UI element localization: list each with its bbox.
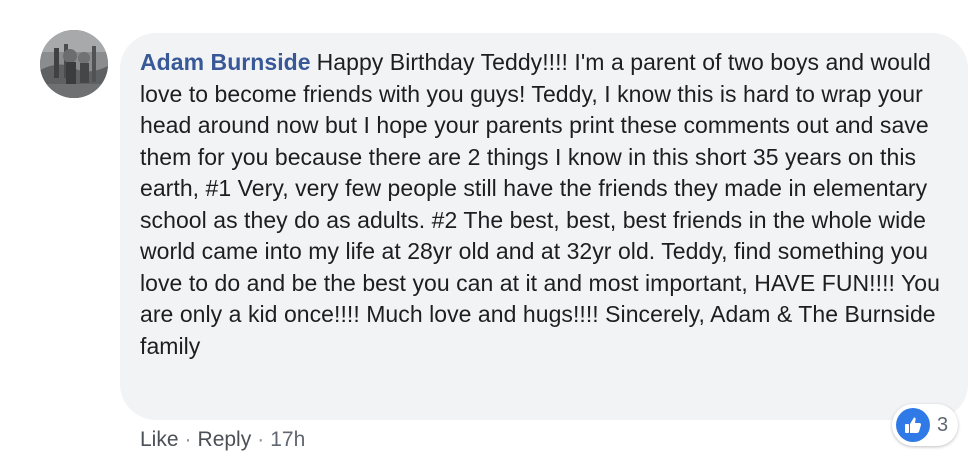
cropped-previous-text (238, 0, 298, 6)
author-name-link[interactable]: Adam Burnside (140, 49, 311, 75)
separator: · (184, 428, 192, 451)
comment-screenshot: Adam Burnside Happy Birthday Teddy!!!! I'… (0, 0, 980, 468)
comment-text: Happy Birthday Teddy!!!! I'm a parent of… (140, 49, 940, 359)
avatar-photo (40, 30, 108, 98)
reactions-summary[interactable]: 3 (892, 404, 959, 446)
comment-actions: Like · Reply · 17h (140, 428, 305, 452)
timestamp[interactable]: 17h (270, 428, 305, 451)
comment-body: Adam Burnside Happy Birthday Teddy!!!! I'… (140, 47, 952, 362)
avatar[interactable] (40, 30, 108, 98)
like-button[interactable]: Like (140, 428, 179, 451)
thumbs-up-icon (896, 408, 930, 442)
separator: · (257, 428, 265, 451)
reply-button[interactable]: Reply (198, 428, 252, 451)
reaction-count: 3 (937, 413, 949, 436)
comment-bubble: Adam Burnside Happy Birthday Teddy!!!! I'… (120, 33, 968, 420)
